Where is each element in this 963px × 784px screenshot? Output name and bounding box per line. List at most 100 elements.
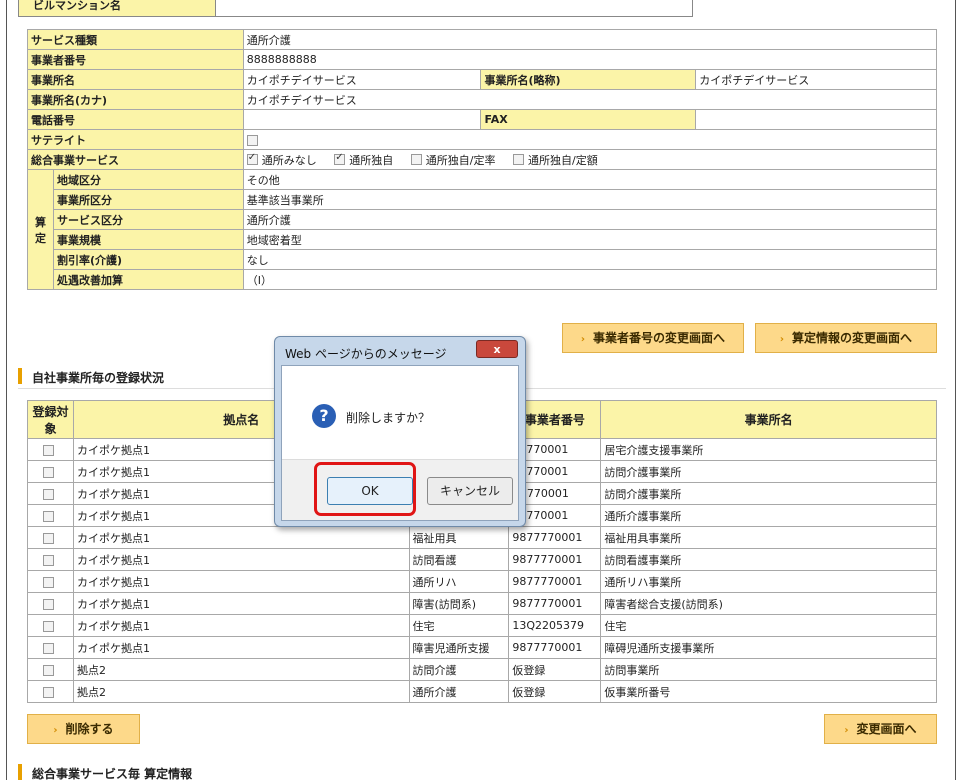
section-marker: [18, 368, 22, 384]
option-checkbox-dokuji-teiritsu[interactable]: [410, 154, 422, 165]
cancel-button[interactable]: キャンセル: [427, 477, 513, 505]
row-provider-number: 仮登録: [508, 680, 602, 703]
row-checkbox-cell: [27, 482, 74, 505]
calc-value-scale: 地域密着型: [242, 229, 938, 250]
row-checkbox-cell: [27, 504, 74, 527]
row-checkbox[interactable]: [42, 620, 54, 632]
close-icon[interactable]: x: [476, 340, 518, 358]
row-checkbox[interactable]: [42, 510, 54, 522]
row-checkbox-cell: [27, 680, 74, 703]
row-office-name: 通所リハ事業所: [600, 570, 937, 593]
calc-value-office-type: 基準該当事業所: [242, 189, 938, 210]
arrow-right-icon: ›: [779, 334, 785, 345]
row-checkbox[interactable]: [42, 664, 54, 676]
row-checkbox[interactable]: [42, 576, 54, 588]
row-checkbox[interactable]: [42, 598, 54, 610]
delete-button[interactable]: › 削除する: [27, 714, 140, 744]
fax-value: [695, 109, 937, 130]
calc-label-service-type: サービス区分: [52, 209, 244, 230]
row-service: 通所リハ: [408, 570, 510, 593]
table-row: カイポケ拠点1 通所リハ 9877770001 通所リハ事業所: [27, 570, 937, 593]
office-kana-label: 事業所名(カナ): [27, 89, 244, 110]
calc-label-discount: 割引率(介護): [52, 249, 244, 270]
change-screen-label: 変更画面へ: [856, 722, 917, 736]
row-service: 訪問介護: [408, 658, 510, 681]
table-row: カイポケ拠点1 住宅 13Q2205379 住宅: [27, 614, 937, 637]
row-base-name: カイポケ拠点1: [72, 614, 410, 637]
provider-number-label: 事業者番号: [27, 49, 244, 70]
row-service: 住宅: [408, 614, 510, 637]
row-office-name: 訪問看護事業所: [600, 548, 937, 571]
row-provider-number: 仮登録: [508, 658, 602, 681]
office-name-value: カイポチデイサービス: [242, 69, 482, 90]
row-service: 障害(訪問系): [408, 592, 510, 615]
general-service-options: 通所みなし 通所独自 通所独自/定率 通所独自/定額: [242, 149, 938, 170]
row-office-name: 訪問介護事業所: [600, 460, 937, 483]
table-row: カイポケ拠点1 障害児通所支援 9877770001 障碍児通所支援事業所: [27, 636, 937, 659]
option-checkbox-dokuji[interactable]: [334, 152, 346, 165]
phone-value: [242, 109, 482, 130]
change-screen-button[interactable]: › 変更画面へ: [824, 714, 937, 744]
calc-label-scale: 事業規模: [52, 229, 244, 250]
change-calc-info-button[interactable]: › 算定情報の変更画面へ: [755, 323, 937, 353]
row-checkbox[interactable]: [42, 686, 54, 698]
row-checkbox-cell: [27, 460, 74, 483]
row-checkbox-cell: [27, 526, 74, 549]
row-checkbox-cell: [27, 570, 74, 593]
highlight-box: [314, 462, 416, 516]
option-checkbox-minashi[interactable]: [246, 152, 258, 165]
change-provider-number-label: 事業者番号の変更画面へ: [593, 331, 726, 345]
row-office-name: 居宅介護支援事業所: [600, 438, 937, 461]
calc-value-discount: なし: [242, 249, 938, 270]
office-info-table: サービス種類 通所介護 事業者番号 8888888888 事業所名 カイポチデイ…: [27, 29, 938, 290]
general-service-label: 総合事業サービス: [27, 149, 244, 170]
row-base-name: カイポケ拠点1: [72, 636, 410, 659]
satellite-checkbox[interactable]: [246, 134, 258, 146]
row-provider-number: 9877770001: [508, 592, 602, 615]
row-office-name: 障害者総合支援(訪問系): [600, 592, 937, 615]
calc-label-office-type: 事業所区分: [52, 189, 244, 210]
row-checkbox[interactable]: [42, 532, 54, 544]
calc-group-label: 算定: [27, 169, 54, 290]
header-register-target: 登録対象: [27, 400, 74, 439]
row-office-name: 福祉用具事業所: [600, 526, 937, 549]
row-provider-number: 13Q2205379: [508, 614, 602, 637]
row-office-name: 住宅: [600, 614, 937, 637]
row-service: 通所介護: [408, 680, 510, 703]
calc-value-service-type: 通所介護: [242, 209, 938, 230]
row-provider-number: 9877770001: [508, 570, 602, 593]
satellite-label: サテライト: [27, 129, 244, 150]
row-base-name: カイポケ拠点1: [72, 548, 410, 571]
option-label-dokuji-teigaku: 通所独自/定額: [527, 153, 598, 167]
building-name-label: ビルマンション名: [19, 0, 216, 16]
change-provider-number-button[interactable]: › 事業者番号の変更画面へ: [562, 323, 744, 353]
row-provider-number: 9877770001: [508, 548, 602, 571]
row-office-name: 訪問介護事業所: [600, 482, 937, 505]
row-base-name: カイポケ拠点1: [72, 592, 410, 615]
row-base-name: 拠点2: [72, 680, 410, 703]
satellite-cell: [242, 129, 938, 150]
section-marker: [18, 764, 22, 780]
service-type-value: 通所介護: [242, 29, 938, 50]
row-checkbox-cell: [27, 636, 74, 659]
arrow-right-icon: ›: [53, 725, 58, 736]
row-base-name: 拠点2: [72, 658, 410, 681]
dialog-message: 削除しますか？: [346, 411, 431, 425]
option-checkbox-dokuji-teigaku[interactable]: [512, 154, 524, 165]
row-checkbox[interactable]: [42, 466, 54, 478]
row-checkbox[interactable]: [42, 444, 54, 456]
row-office-name: 仮事業所番号: [600, 680, 937, 703]
table-row: 拠点2 通所介護 仮登録 仮事業所番号: [27, 680, 937, 703]
calc-value-improvement: （Ⅰ）: [242, 269, 938, 290]
row-checkbox[interactable]: [42, 488, 54, 500]
row-checkbox[interactable]: [42, 554, 54, 566]
row-office-name: 訪問事業所: [600, 658, 937, 681]
building-name-row: ビルマンション名: [18, 0, 693, 17]
row-checkbox-cell: [27, 548, 74, 571]
row-checkbox-cell: [27, 592, 74, 615]
office-name-label: 事業所名: [27, 69, 244, 90]
row-checkbox[interactable]: [42, 642, 54, 654]
section-title-general: 総合事業サービス毎 算定情報: [32, 767, 193, 781]
section-header-general: 総合事業サービス毎 算定情報: [18, 762, 946, 784]
header-office-name: 事業所名: [600, 400, 937, 439]
